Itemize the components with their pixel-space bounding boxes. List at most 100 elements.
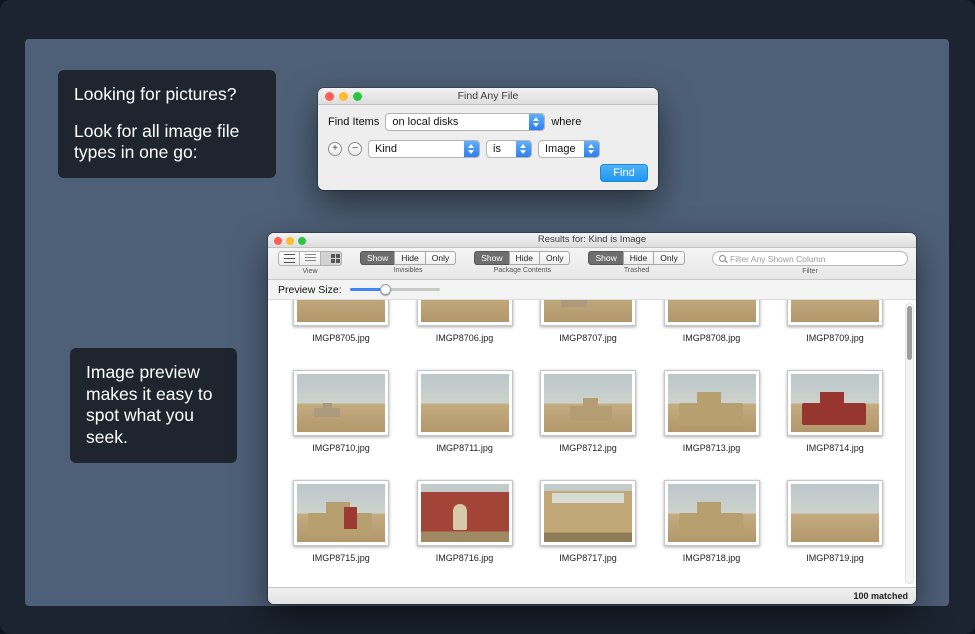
preview-size-row: Preview Size: — [268, 280, 916, 300]
attribute-popup-value: Kind — [375, 143, 397, 155]
photo-desert-truck — [297, 374, 385, 432]
callout-preview-text: Image preview makes it easy to spot what… — [86, 362, 221, 449]
scrollbar-thumb[interactable] — [907, 306, 912, 360]
popup-arrows-icon — [516, 141, 531, 157]
view-group-label: View — [302, 268, 317, 275]
close-button[interactable] — [325, 92, 334, 101]
photo-desert-truck — [791, 484, 879, 542]
file-cell[interactable]: IMGP8708.jpg — [653, 300, 771, 343]
file-cell[interactable]: IMGP8712.jpg — [529, 370, 647, 453]
truck-shape — [308, 513, 372, 535]
file-name: IMGP8705.jpg — [312, 333, 370, 343]
filter-group: Filter — [712, 251, 908, 275]
operator-popup-value: is — [493, 143, 501, 155]
remove-criterion-button[interactable]: − — [348, 142, 362, 156]
trashed-hide-button[interactable]: Hide — [623, 251, 654, 265]
truck-shape — [679, 403, 743, 425]
vertical-scrollbar[interactable] — [905, 303, 914, 584]
callout-line-2: Look for all image file types in one go: — [74, 121, 260, 164]
view-grid-button[interactable] — [320, 251, 342, 266]
package-contents-show-button[interactable]: Show — [474, 251, 509, 265]
file-cell[interactable]: IMGP8709.jpg — [776, 300, 894, 343]
file-name: IMGP8710.jpg — [312, 443, 370, 453]
minimize-button[interactable] — [286, 237, 294, 245]
attribute-popup[interactable]: Kind — [368, 140, 480, 158]
invisibles-show-button[interactable]: Show — [360, 251, 395, 265]
file-cell[interactable]: IMGP8714.jpg — [776, 370, 894, 453]
photo-desert-truck — [668, 484, 756, 542]
truck-shape — [570, 406, 612, 421]
file-cell[interactable]: IMGP8713.jpg — [653, 370, 771, 453]
close-button[interactable] — [274, 237, 282, 245]
preview-size-label: Preview Size: — [278, 284, 342, 296]
minimize-button[interactable] — [339, 92, 348, 101]
filter-search-field[interactable] — [712, 251, 908, 266]
add-criterion-button[interactable]: + — [328, 142, 342, 156]
value-popup[interactable]: Image — [538, 140, 600, 158]
file-name: IMGP8711.jpg — [436, 443, 493, 453]
trashed-only-button[interactable]: Only — [653, 251, 684, 265]
scope-popup-value: on local disks — [392, 116, 458, 128]
grid-row-3: IMGP8715.jpg IMGP8716.jpg IMGP8717.jpg I… — [282, 480, 894, 563]
truck-shape — [802, 403, 866, 425]
file-cell[interactable]: IMGP8705.jpg — [282, 300, 400, 343]
thumbnail — [787, 370, 883, 436]
results-window: Results for: Kind is Image View Show Hid… — [268, 233, 916, 604]
find-window-title: Find Any File — [458, 90, 519, 102]
scope-popup[interactable]: on local disks — [385, 113, 545, 131]
trashed-group-label: Trashed — [624, 267, 649, 274]
file-cell[interactable]: IMGP8707.jpg — [529, 300, 647, 343]
zoom-button[interactable] — [353, 92, 362, 101]
file-cell[interactable]: IMGP8706.jpg — [406, 300, 524, 343]
thumbnail — [664, 480, 760, 546]
thumbnail — [540, 300, 636, 326]
photo-desert-truck — [668, 374, 756, 432]
file-cell[interactable]: IMGP8716.jpg — [406, 480, 524, 563]
thumbnail — [787, 300, 883, 326]
thumbnail — [417, 300, 513, 326]
truck-shape — [552, 493, 624, 503]
photo-desert-truck — [668, 300, 756, 322]
photo-desert-truck — [791, 374, 879, 432]
preview-size-slider[interactable] — [350, 284, 440, 295]
details-list-icon — [305, 254, 316, 263]
file-cell[interactable]: IMGP8715.jpg — [282, 480, 400, 563]
package-contents-hide-button[interactable]: Hide — [509, 251, 540, 265]
find-button[interactable]: Find — [600, 164, 648, 182]
thumbnail — [540, 370, 636, 436]
popup-arrows-icon — [584, 141, 599, 157]
thumbnail — [417, 480, 513, 546]
results-window-titlebar[interactable]: Results for: Kind is Image — [268, 233, 916, 248]
file-cell[interactable]: IMGP8717.jpg — [529, 480, 647, 563]
invisibles-hide-button[interactable]: Hide — [394, 251, 425, 265]
file-name: IMGP8718.jpg — [683, 553, 741, 563]
package-contents-group: Show Hide Only Package Contents — [474, 251, 570, 274]
thumbnail — [293, 370, 389, 436]
file-cell[interactable]: IMGP8711.jpg — [406, 370, 524, 453]
zoom-button[interactable] — [298, 237, 306, 245]
where-label: where — [551, 116, 581, 128]
file-name: IMGP8709.jpg — [806, 333, 864, 343]
traffic-lights — [274, 237, 306, 245]
thumbnail — [540, 480, 636, 546]
photo-desert-truck — [297, 484, 385, 542]
file-cell[interactable]: IMGP8710.jpg — [282, 370, 400, 453]
invisibles-only-button[interactable]: Only — [425, 251, 456, 265]
photo-desert-truck — [544, 374, 632, 432]
results-content: IMGP8705.jpg IMGP8706.jpg IMGP8707.jpg I… — [268, 300, 916, 587]
file-cell[interactable]: IMGP8718.jpg — [653, 480, 771, 563]
file-cell[interactable]: IMGP8719.jpg — [776, 480, 894, 563]
file-name: IMGP8712.jpg — [559, 443, 617, 453]
find-window-titlebar[interactable]: Find Any File — [318, 88, 658, 105]
operator-popup[interactable]: is — [486, 140, 532, 158]
file-name: IMGP8717.jpg — [559, 553, 617, 563]
thumbnail — [664, 370, 760, 436]
view-details-button[interactable] — [299, 251, 321, 266]
slider-knob[interactable] — [380, 284, 391, 295]
trashed-show-button[interactable]: Show — [588, 251, 623, 265]
package-contents-only-button[interactable]: Only — [539, 251, 570, 265]
status-bar: 100 matched — [268, 587, 916, 604]
view-list-button[interactable] — [278, 251, 300, 266]
photo-desert-truck — [544, 484, 632, 542]
filter-input[interactable] — [730, 254, 901, 264]
